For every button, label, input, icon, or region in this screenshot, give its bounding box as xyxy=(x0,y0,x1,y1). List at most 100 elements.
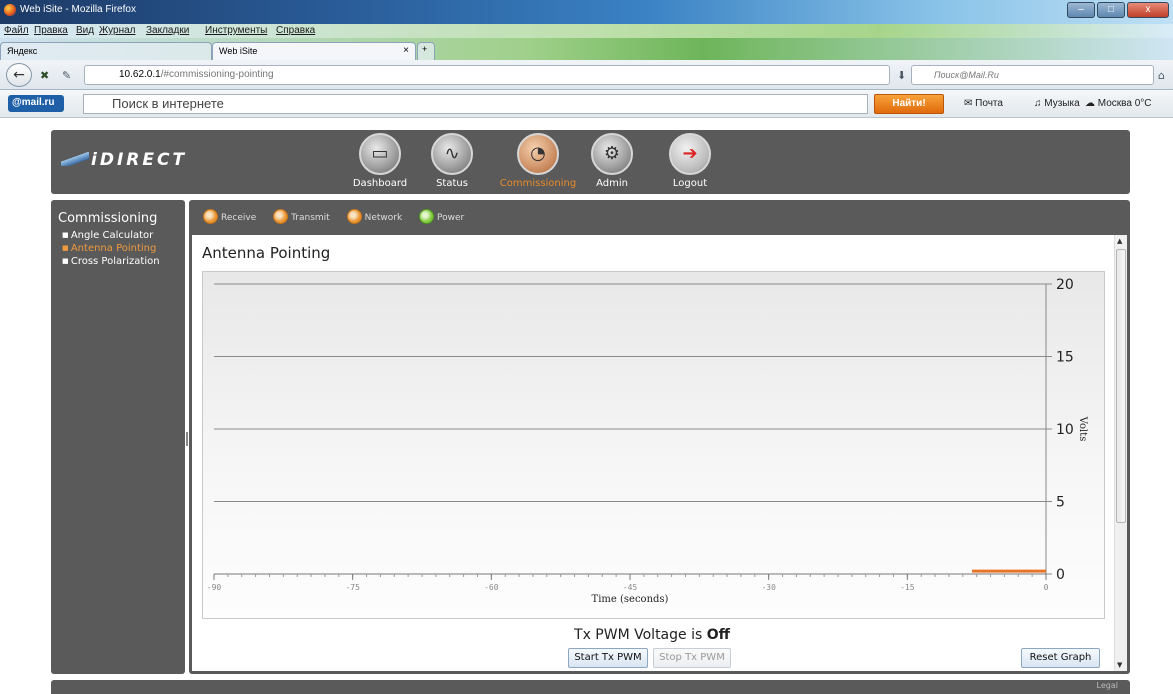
sidebar: Commissioning Angle Calculator Antenna P… xyxy=(51,200,185,674)
nav-label: Dashboard xyxy=(352,178,408,189)
logout-icon: ➔ xyxy=(669,133,711,175)
chart-svg: 0 5 10 15 20 -90 -75 -60 -45 -30 -15 0 Time (seconds… xyxy=(207,277,1088,605)
home-icon[interactable]: ⌂ xyxy=(1158,69,1165,82)
nav-status[interactable]: ∿ Status xyxy=(417,130,487,194)
maximize-button[interactable]: □ xyxy=(1097,2,1125,18)
monitor-icon: ▭ xyxy=(359,133,401,175)
status-dot-icon xyxy=(203,209,218,224)
main-panel: Receive Transmit Network Power Antenna P… xyxy=(189,200,1130,674)
tab-label: Яндекс xyxy=(7,46,38,56)
tx-status-prefix: Tx PWM Voltage is xyxy=(574,627,707,643)
mailru-logo[interactable]: @mail.ru xyxy=(8,95,64,112)
vertical-scrollbar[interactable]: ▲ ▼ xyxy=(1114,235,1127,671)
x-tick-label: -45 xyxy=(623,583,638,592)
tx-status-text: Tx PWM Voltage is Off xyxy=(192,627,1112,643)
tab-yandex[interactable]: Яндекс xyxy=(0,42,212,60)
page: iDIRECT ▭ Dashboard ∿ Status ◔ Commissio… xyxy=(0,118,1173,694)
scroll-down-icon[interactable]: ▼ xyxy=(1117,661,1122,669)
status-transmit: Transmit xyxy=(273,209,330,224)
nav-dashboard[interactable]: ▭ Dashboard xyxy=(345,130,415,194)
sidebar-heading: Commissioning xyxy=(58,211,158,226)
find-button[interactable]: Найти! xyxy=(874,94,944,114)
nav-label: Status xyxy=(436,178,468,189)
scroll-thumb[interactable] xyxy=(1116,249,1126,523)
x-tick-label: -30 xyxy=(761,583,776,592)
status-indicators: Receive Transmit Network Power xyxy=(203,209,478,227)
nav-label: Logout xyxy=(672,178,708,189)
legal-link[interactable]: Legal xyxy=(1097,681,1118,690)
tab-bar: Яндекс Web iSite × + xyxy=(0,38,1173,60)
pencil-icon[interactable]: ✎ xyxy=(62,69,71,82)
status-label: Power xyxy=(437,213,465,223)
start-tx-pwm-button[interactable]: Start Tx PWM xyxy=(568,648,648,668)
swoosh-icon xyxy=(61,152,89,166)
y-tick-label: 20 xyxy=(1056,277,1074,293)
menu-bookmarks[interactable]: Закладки xyxy=(146,25,189,36)
content-area: Antenna Pointing 0 5 10 15 20 -90 -75 -60 -45 -30… xyxy=(192,235,1127,671)
window-title: Web iSite - Mozilla Firefox xyxy=(20,4,136,15)
mailru-toolbar: @mail.ru Поиск в интернете Найти! ✉ Почт… xyxy=(0,90,1173,118)
scroll-up-icon[interactable]: ▲ xyxy=(1117,237,1122,245)
navigation-bar: ← ✖ ✎ 10.62.0.1/#commissioning-pointing … xyxy=(0,60,1173,90)
x-tick-label: 0 xyxy=(1044,583,1049,592)
status-receive: Receive xyxy=(203,209,256,224)
status-label: Network xyxy=(364,213,403,223)
nav-label: Admin xyxy=(596,178,628,189)
window-titlebar: Web iSite - Mozilla Firefox – □ x xyxy=(0,0,1173,24)
tx-status-value: Off xyxy=(706,627,730,643)
status-network: Network xyxy=(346,209,403,224)
music-link[interactable]: ♫ Музыка xyxy=(1034,98,1080,109)
status-label: Receive xyxy=(221,213,257,223)
close-button[interactable]: x xyxy=(1127,2,1169,18)
status-power: Power xyxy=(419,209,464,224)
x-tick-label: -90 xyxy=(207,583,222,592)
firefox-icon xyxy=(4,4,16,16)
menu-bar: Файл Правка Вид Журнал Закладки Инструме… xyxy=(0,24,1173,38)
back-button[interactable]: ← xyxy=(6,63,32,87)
y-tick-label: 5 xyxy=(1056,495,1065,511)
y-tick-label: 15 xyxy=(1056,350,1074,366)
x-tick-label: -75 xyxy=(345,583,360,592)
status-label: Transmit xyxy=(291,213,330,223)
y-tick-label: 10 xyxy=(1056,422,1074,438)
menu-tools[interactable]: Инструменты xyxy=(205,25,267,36)
sidebar-splitter[interactable] xyxy=(186,432,188,446)
x-tick-label: -60 xyxy=(484,583,499,592)
tab-label: Web iSite xyxy=(219,46,258,56)
app-header: iDIRECT ▭ Dashboard ∿ Status ◔ Commissio… xyxy=(51,130,1130,194)
antenna-pointing-chart: 0 5 10 15 20 -90 -75 -60 -45 -30 -15 0 Time (seconds… xyxy=(202,271,1105,619)
new-tab-button[interactable]: + xyxy=(417,42,435,60)
nav-logout[interactable]: ➔ Logout xyxy=(655,130,725,194)
download-icon[interactable]: ⬇ xyxy=(897,69,906,82)
page-title: Antenna Pointing xyxy=(202,244,331,262)
nav-commissioning[interactable]: ◔ Commissioning xyxy=(496,130,580,194)
browser-search-input[interactable]: Поиск@Mail.Ru xyxy=(911,65,1154,85)
sidebar-item-angle-calculator[interactable]: Angle Calculator xyxy=(58,229,185,242)
menu-view[interactable]: Вид xyxy=(76,25,94,36)
mailru-search-input[interactable]: Поиск в интернете xyxy=(83,94,868,114)
url-bar[interactable]: 10.62.0.1/#commissioning-pointing xyxy=(84,65,890,85)
graph-icon: ∿ xyxy=(431,133,473,175)
menu-edit[interactable]: Правка xyxy=(34,25,68,36)
menu-history[interactable]: Журнал xyxy=(99,25,136,36)
tab-web-isite[interactable]: Web iSite × xyxy=(212,42,416,60)
stop-tx-pwm-button[interactable]: Stop Tx PWM xyxy=(653,648,731,668)
tool-icon[interactable]: ✖ xyxy=(40,69,49,82)
sidebar-item-cross-polarization[interactable]: Cross Polarization xyxy=(58,255,185,268)
url-host: 10.62.0.1 xyxy=(119,69,161,80)
menu-file[interactable]: Файл xyxy=(4,25,29,36)
gear-icon: ⚙ xyxy=(591,133,633,175)
status-dot-icon xyxy=(346,209,362,224)
weather-link[interactable]: ☁ Москва 0°C xyxy=(1085,98,1151,109)
y-axis-label: Volts xyxy=(1077,416,1088,442)
minimize-button[interactable]: – xyxy=(1067,2,1095,18)
url-path: /#commissioning-pointing xyxy=(160,69,274,80)
close-tab-icon[interactable]: × xyxy=(403,45,409,56)
nav-admin[interactable]: ⚙ Admin xyxy=(577,130,647,194)
reset-graph-button[interactable]: Reset Graph xyxy=(1021,648,1100,668)
sidebar-item-antenna-pointing[interactable]: Antenna Pointing xyxy=(58,242,185,255)
menu-help[interactable]: Справка xyxy=(276,25,315,36)
satellite-dish-icon: ◔ xyxy=(517,133,559,175)
mail-link[interactable]: ✉ Почта xyxy=(964,98,1003,109)
weather-label: Москва 0°C xyxy=(1097,98,1152,109)
